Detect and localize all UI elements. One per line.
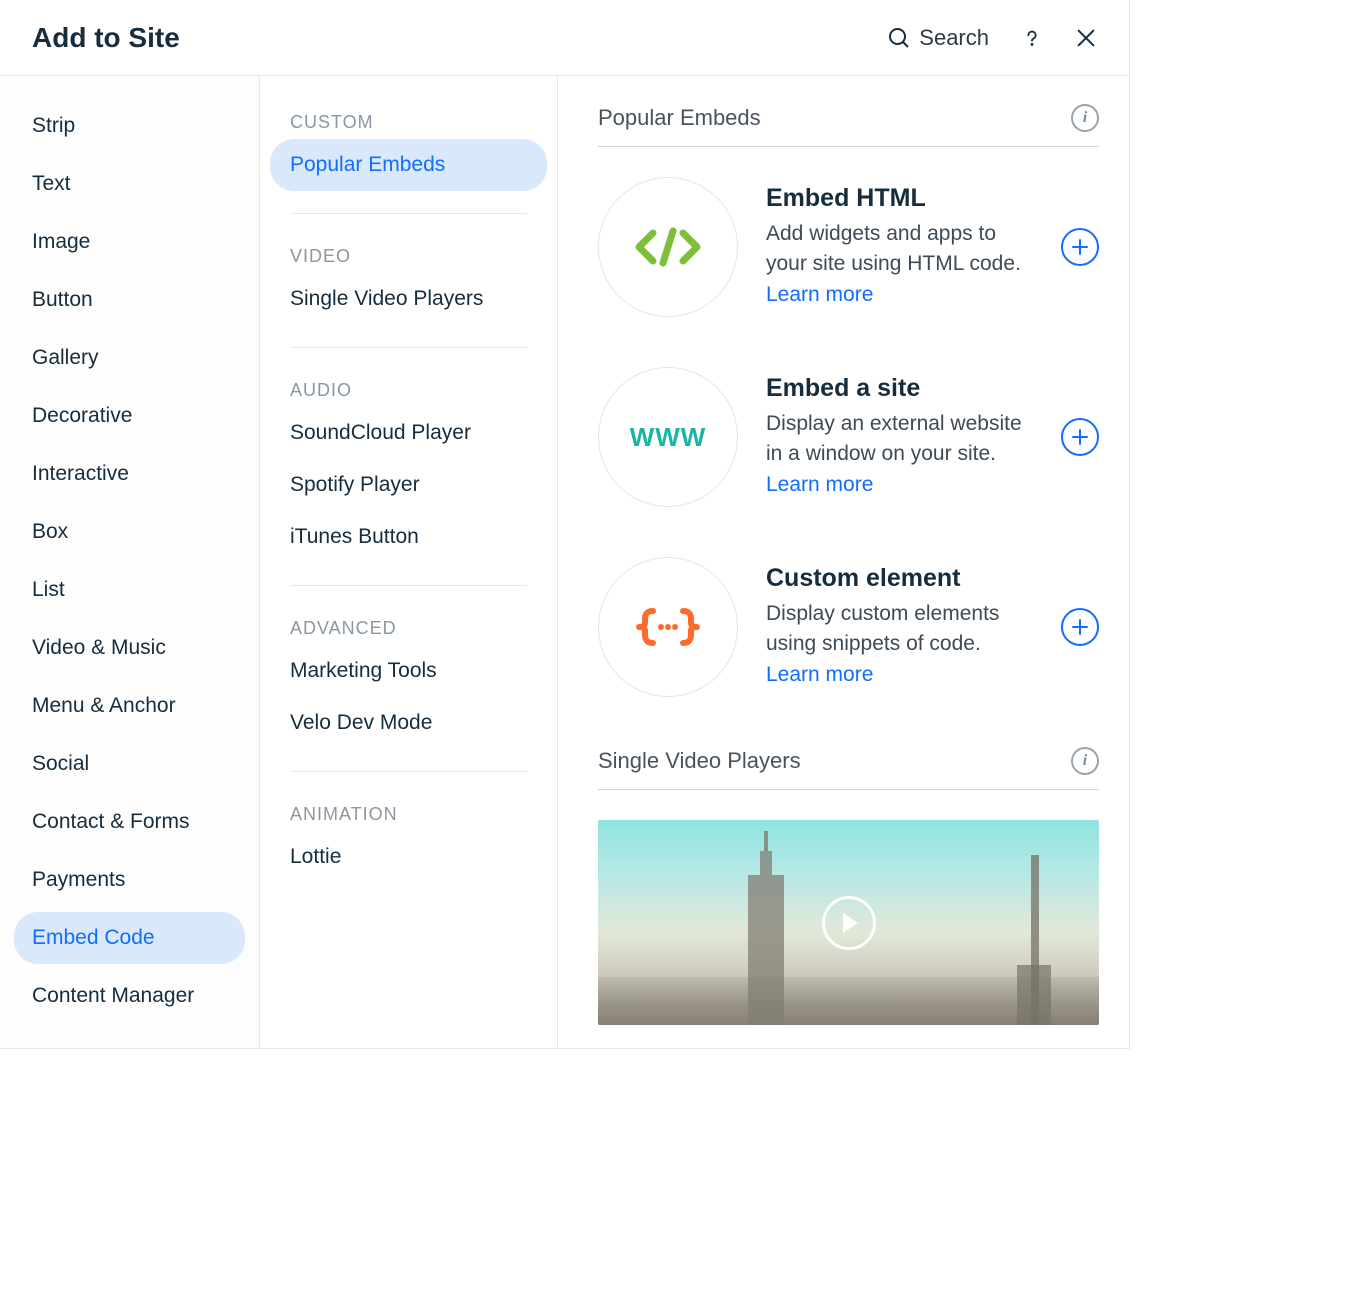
subnav-group-header: AUDIO [260,370,557,407]
close-button[interactable] [1075,27,1097,49]
subnav-item-velo-dev-mode[interactable]: Velo Dev Mode [270,697,547,749]
section-title: Popular Embeds [598,105,761,131]
search-label: Search [919,25,989,51]
skyline-building [760,851,772,875]
embed-option-custom-element: Custom element Display custom elements us… [598,557,1099,697]
sidebar-item-menu-anchor[interactable]: Menu & Anchor [14,680,245,732]
embed-option-embed-a-site: WWW Embed a site Display an external websi… [598,367,1099,507]
video-thumbnail[interactable] [598,820,1099,1025]
panel-body: Strip Text Image Button Gallery Decorative Int… [0,76,1129,1048]
learn-more-link[interactable]: Learn more [766,283,873,306]
sidebar-item-image[interactable]: Image [14,216,245,268]
subnav-item-popular-embeds[interactable]: Popular Embeds [270,139,547,191]
sidebar-item-list[interactable]: List [14,564,245,616]
subnav-item-single-video-players[interactable]: Single Video Players [270,273,547,325]
skyline-building [1017,965,1051,1025]
subnav-group-header: ADVANCED [260,608,557,645]
learn-more-link[interactable]: Learn more [766,663,873,686]
divider [290,347,527,348]
sidebar-item-contact-forms[interactable]: Contact & Forms [14,796,245,848]
divider [290,585,527,586]
sidebar-item-embed-code[interactable]: Embed Code [14,912,245,964]
embed-title: Embed HTML [766,184,1033,213]
sidebar-item-gallery[interactable]: Gallery [14,332,245,384]
section-title: Single Video Players [598,748,801,774]
sidebar-item-strip[interactable]: Strip [14,100,245,152]
embed-text: Custom element Display custom elements us… [766,564,1033,690]
embed-option-embed-html: Embed HTML Add widgets and apps to your s… [598,177,1099,317]
embed-description: Display custom elements using snippets o… [766,599,1033,690]
sidebar-item-button[interactable]: Button [14,274,245,326]
sidebar-item-social[interactable]: Social [14,738,245,790]
category-sidebar: Strip Text Image Button Gallery Decorative Int… [0,76,260,1048]
www-icon: WWW [598,367,738,507]
add-button[interactable] [1061,418,1099,456]
add-button[interactable] [1061,228,1099,266]
embed-description: Display an external website in a window … [766,409,1033,500]
subnav-group-header: ANIMATION [260,794,557,831]
embed-text: Embed HTML Add widgets and apps to your s… [766,184,1033,310]
embed-description: Add widgets and apps to your site using … [766,219,1033,310]
braces-icon [598,557,738,697]
search-button[interactable]: Search [887,25,989,51]
subcategory-sidebar: CUSTOMPopular Embeds VIDEOSingle Video Pl… [260,76,558,1048]
info-button[interactable]: i [1071,747,1099,775]
content-area: Popular Embeds i Embed HTML Add widgets a… [558,76,1129,1048]
embed-title: Custom element [766,564,1033,593]
help-button[interactable] [1021,27,1043,49]
sidebar-item-video-music[interactable]: Video & Music [14,622,245,674]
sidebar-item-content-manager[interactable]: Content Manager [14,970,245,1022]
learn-more-link[interactable]: Learn more [766,473,873,496]
subnav-group-header: CUSTOM [260,102,557,139]
section-header-popular: Popular Embeds i [598,104,1099,147]
sidebar-item-decorative[interactable]: Decorative [14,390,245,442]
sidebar-item-interactive[interactable]: Interactive [14,448,245,500]
header-actions: Search [887,25,1097,51]
divider [290,213,527,214]
add-panel: Add to Site Search [0,0,1130,1049]
subnav-item-lottie[interactable]: Lottie [270,831,547,883]
embed-title: Embed a site [766,374,1033,403]
panel-header: Add to Site Search [0,0,1129,76]
embed-text: Embed a site Display an external website … [766,374,1033,500]
play-icon [822,896,876,950]
sidebar-item-box[interactable]: Box [14,506,245,558]
add-button[interactable] [1061,608,1099,646]
search-icon [887,26,911,50]
panel-title: Add to Site [32,22,180,54]
sidebar-item-text[interactable]: Text [14,158,245,210]
subnav-item-itunes-button[interactable]: iTunes Button [270,511,547,563]
info-button[interactable]: i [1071,104,1099,132]
code-icon [598,177,738,317]
subnav-item-soundcloud-player[interactable]: SoundCloud Player [270,407,547,459]
sidebar-item-payments[interactable]: Payments [14,854,245,906]
subnav-item-spotify-player[interactable]: Spotify Player [270,459,547,511]
subnav-item-marketing-tools[interactable]: Marketing Tools [270,645,547,697]
skyline-building [748,875,784,1025]
section-header-video: Single Video Players i [598,747,1099,790]
divider [290,771,527,772]
subnav-group-header: VIDEO [260,236,557,273]
skyline-spire [764,831,768,851]
